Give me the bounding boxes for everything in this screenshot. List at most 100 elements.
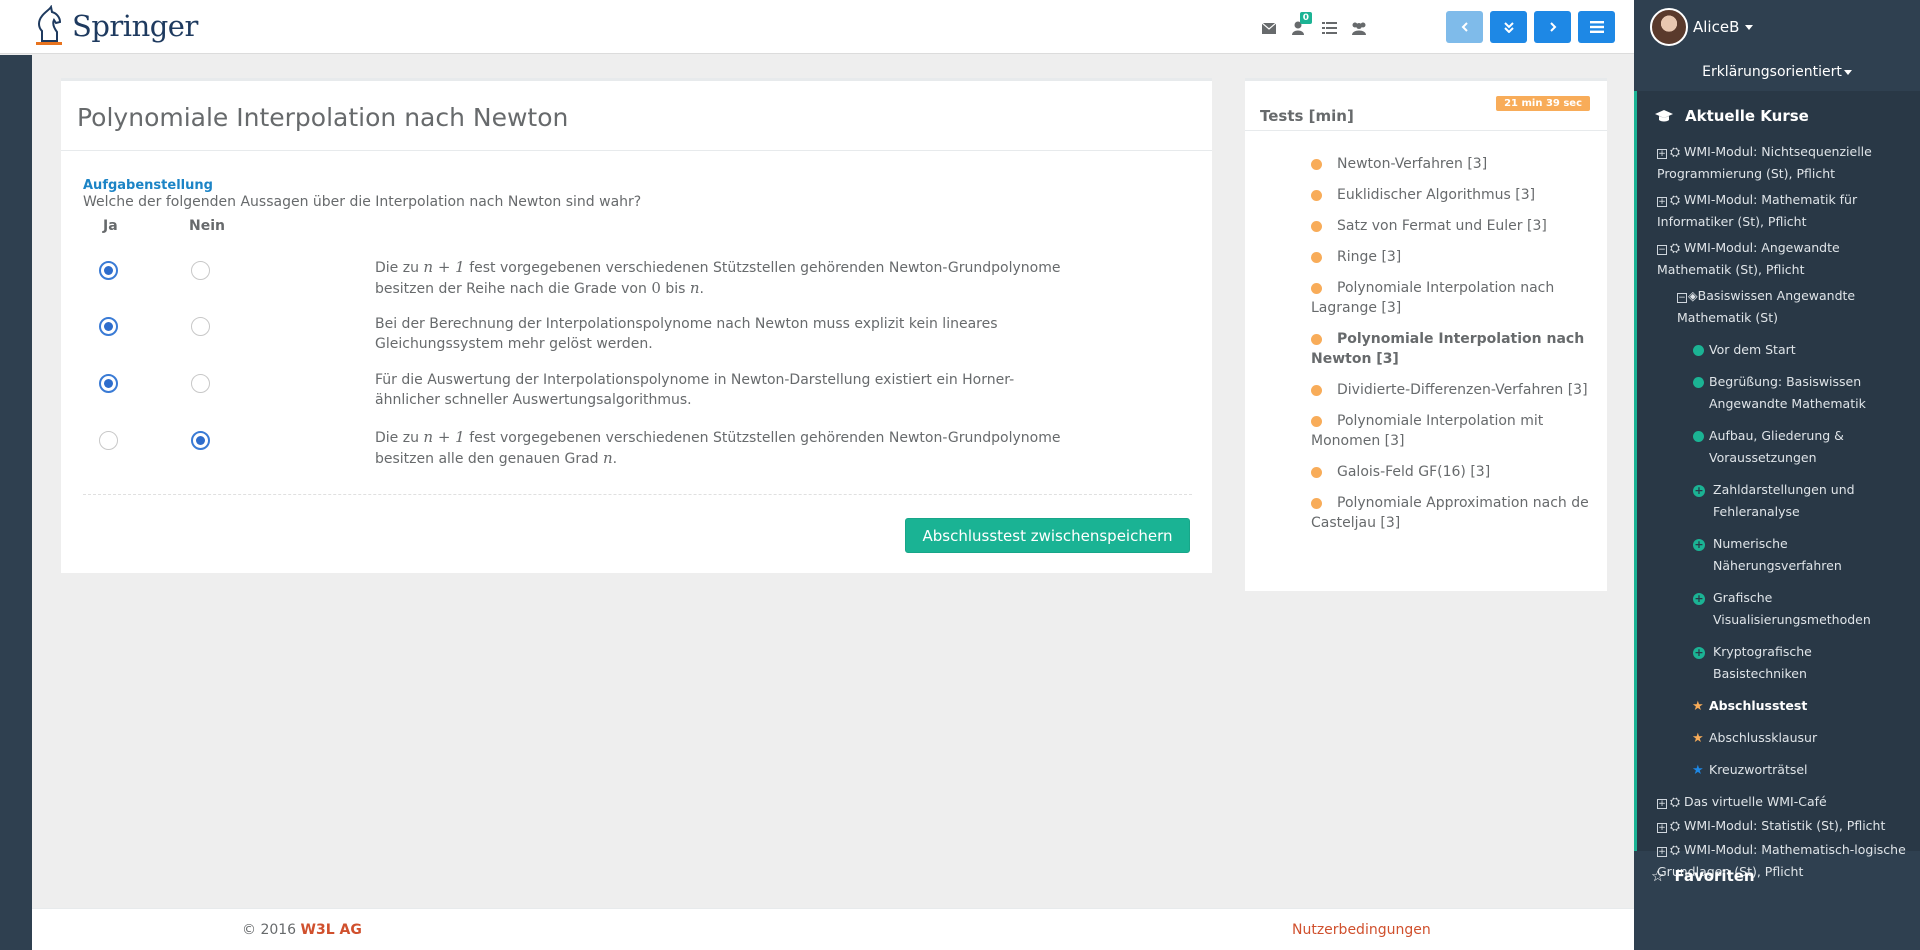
answer-no-radio[interactable]	[191, 261, 210, 280]
expand-icon[interactable]: +	[1657, 799, 1667, 809]
math-formula: n	[603, 449, 613, 467]
answer-yes-radio[interactable]	[99, 317, 118, 336]
collapse-icon[interactable]: −	[1677, 293, 1687, 303]
done-dot-icon	[1693, 377, 1704, 388]
tests-title: Tests [min]	[1260, 107, 1354, 125]
status-dot	[1311, 190, 1322, 201]
course-item[interactable]: + ⛭ WMI-Modul: Nichtsequenzielle Programm…	[1637, 141, 1920, 185]
answer-yes-radio[interactable]	[99, 261, 118, 280]
statement-text: Die zu n + 1 fest vorgegebenen verschied…	[375, 428, 1061, 467]
top-navbar: Springer 0	[0, 0, 1634, 54]
chapter-item-active[interactable]: ★ Abschlusstest	[1637, 695, 1920, 717]
expand-icon[interactable]: +	[1657, 197, 1667, 207]
chapter-item[interactable]: Aufbau, Gliederung & Voraussetzungen	[1637, 425, 1920, 469]
status-dot	[1311, 221, 1322, 232]
course-item[interactable]: + ⛭ WMI-Modul: Statistik (St), Pflicht	[1637, 815, 1920, 837]
status-dot	[1311, 498, 1322, 509]
terms-link[interactable]: Nutzerbedingungen	[1292, 922, 1431, 938]
envelope-icon[interactable]	[1254, 17, 1284, 39]
expand-button[interactable]	[1490, 11, 1527, 43]
done-dot-icon	[1693, 345, 1704, 356]
chapter-item[interactable]: + Zahldarstellungen und Fehleranalyse	[1637, 479, 1920, 523]
status-dot	[1311, 283, 1322, 294]
springer-logo[interactable]: Springer	[32, 4, 198, 48]
statement-row: Die zu n + 1 fest vorgegebenen verschied…	[61, 427, 1212, 471]
course-item[interactable]: + ⛭ WMI-Modul: Mathematik für Informatike…	[1637, 189, 1920, 233]
test-item[interactable]: Dividierte-Differenzen-Verfahren [3]	[1311, 380, 1591, 400]
chapter-item[interactable]: ★ Kreuzworträtsel	[1637, 759, 1920, 781]
test-item[interactable]: Euklidischer Algorithmus [3]	[1311, 185, 1591, 205]
test-item[interactable]: Satz von Fermat und Euler [3]	[1311, 216, 1591, 236]
plus-circle-icon: +	[1693, 484, 1705, 497]
star-icon: ★	[1692, 731, 1704, 746]
status-dot	[1311, 416, 1322, 427]
left-strip	[0, 55, 32, 950]
list-icon[interactable]	[1314, 17, 1344, 39]
done-dot-icon	[1693, 431, 1704, 442]
group-icon[interactable]	[1344, 17, 1374, 39]
sub-course-item[interactable]: − ◈Basiswissen Angewandte Mathematik (St)	[1637, 285, 1920, 329]
mode-dropdown[interactable]: Erklärungsorientiert	[1634, 54, 1920, 90]
divider	[83, 494, 1192, 495]
chapter-item[interactable]: + Numerische Näherungsverfahren	[1637, 533, 1920, 577]
save-test-button[interactable]: Abschlusstest zwischenspeichern	[905, 518, 1190, 553]
cubes-icon: ⛭	[1670, 818, 1684, 833]
prev-button[interactable]	[1446, 11, 1483, 43]
graduation-cap-icon	[1655, 110, 1673, 122]
favorites-item[interactable]: ☆ Favoriten	[1634, 852, 1920, 900]
timer-badge: 21 min 39 sec	[1496, 96, 1590, 111]
course-item[interactable]: + ⛭ Das virtuelle WMI-Café	[1637, 791, 1920, 813]
test-item[interactable]: Polynomiale Approximation nach de Castel…	[1311, 493, 1591, 533]
chapter-item[interactable]: + Grafische Visualisierungsmethoden	[1637, 587, 1920, 631]
status-dot	[1311, 252, 1322, 263]
test-item[interactable]: Polynomiale Interpolation nach Lagrange …	[1311, 278, 1591, 318]
courses-heading: Aktuelle Kurse	[1637, 91, 1920, 141]
test-item-active[interactable]: Polynomiale Interpolation nach Newton [3…	[1311, 329, 1591, 369]
statement-text: Für die Auswertung der Interpolationspol…	[375, 372, 1015, 408]
tests-panel: Tests [min] 21 min 39 sec Newton-Verfahr…	[1245, 78, 1607, 591]
answer-no-radio[interactable]	[191, 374, 210, 393]
user-menu[interactable]: AliceB	[1634, 0, 1920, 54]
chapter-item[interactable]: + Kryptografische Basistechniken	[1637, 641, 1920, 685]
answer-yes-radio[interactable]	[99, 431, 118, 450]
knight-logo-icon	[32, 4, 68, 47]
star-icon: ★	[1692, 763, 1704, 778]
expand-icon[interactable]: +	[1657, 823, 1667, 833]
test-item[interactable]: Polynomiale Interpolation mit Monomen [3…	[1311, 411, 1591, 451]
column-header-yes: Ja	[103, 218, 118, 234]
test-item[interactable]: Ringe [3]	[1311, 247, 1591, 267]
status-dot	[1311, 334, 1322, 345]
user-notification-icon[interactable]: 0	[1284, 12, 1314, 39]
answer-no-radio[interactable]	[191, 317, 210, 336]
collapse-icon[interactable]: −	[1657, 245, 1667, 255]
answer-no-radio[interactable]	[191, 431, 210, 450]
statement-text: Bei der Berechnung der Interpolationspol…	[375, 316, 998, 352]
statement-text: Die zu n + 1 fest vorgegebenen verschied…	[375, 258, 1061, 297]
hamburger-icon	[1589, 21, 1604, 33]
company-link[interactable]: W3L AG	[301, 922, 362, 938]
tests-header: Tests [min] 21 min 39 sec	[1245, 81, 1607, 131]
username: AliceB	[1693, 18, 1740, 36]
math-formula: n	[689, 279, 700, 297]
next-button[interactable]	[1534, 11, 1571, 43]
tests-list: Newton-Verfahren [3] Euklidischer Algori…	[1311, 154, 1591, 544]
test-item[interactable]: Galois-Feld GF(16) [3]	[1311, 462, 1591, 482]
logo-text: Springer	[72, 9, 198, 43]
test-item[interactable]: Newton-Verfahren [3]	[1311, 154, 1591, 174]
chapter-item[interactable]: Vor dem Start	[1637, 339, 1920, 361]
answer-yes-radio[interactable]	[99, 374, 118, 393]
statement-row: Die zu n + 1 fest vorgegebenen verschied…	[61, 257, 1212, 301]
double-chevron-down-icon	[1503, 21, 1514, 33]
plus-circle-icon: +	[1693, 538, 1705, 551]
question-text: Welche der folgenden Aussagen über die I…	[83, 194, 642, 210]
statement-row: Bei der Berechnung der Interpolationspol…	[61, 314, 1212, 358]
math-formula: n + 1	[423, 258, 465, 276]
menu-button[interactable]	[1578, 11, 1615, 43]
star-outline-icon: ☆	[1651, 867, 1665, 885]
chapter-item[interactable]: Begrüßung: Basiswissen Angewandte Mathem…	[1637, 371, 1920, 415]
course-item-expanded[interactable]: − ⛭ WMI-Modul: Angewandte Mathematik (St)…	[1637, 237, 1920, 281]
notification-badge: 0	[1299, 12, 1312, 24]
chapter-item[interactable]: ★ Abschlussklausur	[1637, 727, 1920, 749]
status-dot	[1311, 385, 1322, 396]
expand-icon[interactable]: +	[1657, 149, 1667, 159]
